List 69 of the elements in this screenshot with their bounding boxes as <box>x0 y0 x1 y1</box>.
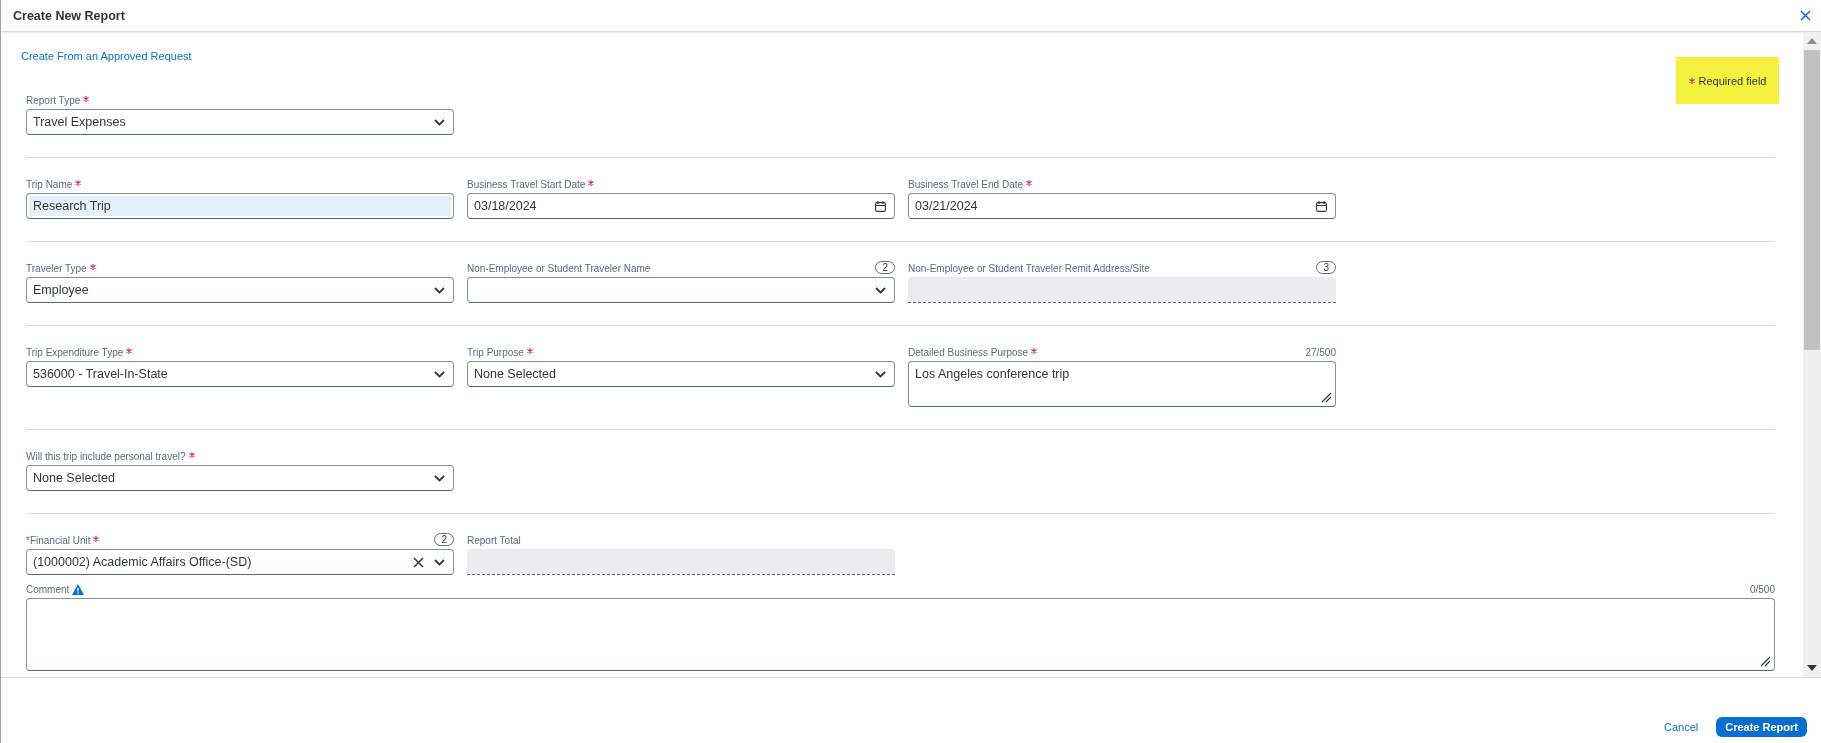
cancel-button[interactable]: Cancel <box>1660 717 1703 737</box>
field-label: Comment <box>26 584 70 595</box>
date-field[interactable]: 03/18/2024 <box>467 193 895 219</box>
field-label: Detailed Business Purpose <box>908 347 1029 358</box>
field-label: Trip Expenditure Type <box>26 347 124 358</box>
create-report-button[interactable]: Create Report <box>1716 717 1807 737</box>
field-label: Report Total <box>467 535 521 546</box>
dialog-title: Create New Report <box>13 8 125 23</box>
select-value: None Selected <box>33 471 115 485</box>
field-label: Business Travel Start Date <box>467 179 586 190</box>
date-value: 03/21/2024 <box>915 199 978 213</box>
date-field[interactable]: 03/21/2024 <box>908 193 1336 219</box>
field-label: *Financial Unit <box>26 535 91 546</box>
field-label: Non-Employee or Student Traveler Remit Address/Site <box>908 263 1150 274</box>
select-field[interactable]: 536000 - Travel-In-State <box>26 361 454 387</box>
scrollbar-thumb[interactable] <box>1804 50 1820 350</box>
select-value: Travel Expenses <box>33 115 126 129</box>
chevron-down-icon[interactable] <box>434 118 445 126</box>
warning-icon[interactable] <box>72 584 85 595</box>
select-value: Employee <box>33 283 89 297</box>
field-label: Report Type <box>26 95 81 106</box>
select-value: None Selected <box>474 367 556 381</box>
field-label: Traveler Type <box>26 263 87 274</box>
chevron-down-icon[interactable] <box>434 370 445 378</box>
character-counter: 0/500 <box>1749 584 1775 595</box>
required-mark-icon <box>188 452 195 458</box>
note-text: Required field <box>1698 74 1767 87</box>
required-mark-icon <box>83 96 90 102</box>
field-label: Trip Purpose <box>467 347 524 358</box>
select-field[interactable]: None Selected <box>467 361 895 387</box>
resize-grip-icon[interactable] <box>1760 656 1771 667</box>
required-mark-icon <box>588 180 595 186</box>
field-label: Trip Name <box>26 179 73 190</box>
text-area-value: Los Angeles conference trip <box>915 367 1070 381</box>
character-counter: 27/500 <box>1305 347 1336 358</box>
calendar-icon[interactable] <box>1316 200 1327 212</box>
required-mark-icon <box>1031 348 1038 354</box>
chevron-down-icon[interactable] <box>434 474 445 482</box>
required-mark-icon <box>1026 180 1033 186</box>
scroll-up-icon[interactable] <box>1807 38 1817 44</box>
required-mark-icon <box>526 348 533 354</box>
select-field[interactable]: Employee <box>26 277 454 303</box>
chevron-down-icon[interactable] <box>434 286 445 294</box>
select-field[interactable] <box>467 277 895 303</box>
select-value: (1000002) Academic Affairs Office-(SD) <box>33 555 252 569</box>
select-field[interactable]: Travel Expenses <box>26 109 454 135</box>
required-mark-icon <box>93 536 100 542</box>
field-label: Will this trip include personal travel? <box>26 451 186 462</box>
chevron-down-icon[interactable] <box>875 286 886 294</box>
clear-icon[interactable] <box>413 556 424 568</box>
date-value: 03/18/2024 <box>474 199 537 213</box>
chevron-down-icon[interactable] <box>434 558 445 566</box>
required-mark-icon <box>75 180 82 186</box>
select-field[interactable]: (1000002) Academic Affairs Office-(SD) <box>26 549 454 575</box>
scroll-down-icon[interactable] <box>1807 665 1817 671</box>
required-mark-icon <box>89 264 96 270</box>
text-area[interactable]: Los Angeles conference trip <box>908 361 1336 407</box>
scrollbar[interactable] <box>1803 32 1821 677</box>
select-field[interactable]: None Selected <box>26 465 454 491</box>
approved-request-link[interactable]: Create From an Approved Request <box>21 50 192 62</box>
chevron-down-icon[interactable] <box>875 370 886 378</box>
field-label: Non-Employee or Student Traveler Name <box>467 263 651 274</box>
resize-grip-icon[interactable] <box>1321 392 1332 403</box>
required-mark-icon <box>126 348 133 354</box>
required-mark-icon <box>1688 78 1695 84</box>
select-value: 536000 - Travel-In-State <box>33 367 168 381</box>
field-label: Business Travel End Date <box>908 179 1024 190</box>
text-field[interactable]: Research Trip <box>26 193 454 219</box>
calendar-icon[interactable] <box>875 200 886 212</box>
